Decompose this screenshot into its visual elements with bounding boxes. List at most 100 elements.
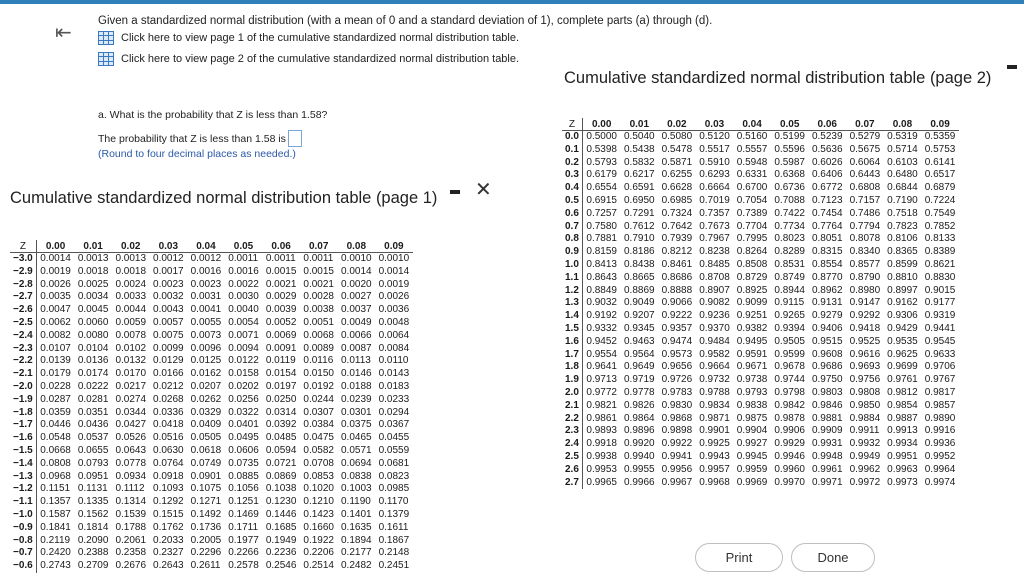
minimize-icon[interactable]: [1007, 65, 1017, 69]
probability-cell: 0.7823: [887, 220, 918, 232]
probability-cell: 0.0375: [341, 419, 372, 431]
probability-cell: 0.6772: [811, 182, 843, 194]
probability-cell: 0.2546: [265, 560, 297, 572]
probability-cell: 0.8340: [849, 246, 881, 258]
probability-cell: 0.6103: [887, 156, 918, 168]
done-button[interactable]: Done: [791, 543, 875, 572]
link-page1-label[interactable]: Click here to view page 1 of the cumulat…: [121, 32, 519, 44]
link-page2-label[interactable]: Click here to view page 2 of the cumulat…: [121, 53, 519, 65]
z-value-cell: 2.1: [562, 399, 583, 413]
z-value-cell: −1.7: [10, 419, 37, 433]
column-header: 0.08: [883, 118, 922, 131]
link-table-page2[interactable]: Click here to view page 2 of the cumulat…: [98, 52, 519, 66]
probability-cell: 0.8810: [887, 271, 918, 283]
probability-cell: 0.5714: [887, 143, 918, 155]
probability-cell: 0.9177: [924, 297, 956, 309]
probability-cell: 0.0885: [228, 470, 259, 482]
link-table-page1[interactable]: Click here to view page 1 of the cumulat…: [98, 31, 519, 45]
probability-cell: 0.0571: [341, 444, 372, 456]
z-value-cell: 0.3: [562, 169, 583, 183]
table-row: 2.5 0.9938 0.9940 0.9941 0.9943 0.9945 0.9946 0…: [562, 450, 959, 464]
probability-cell: 0.9875: [736, 412, 768, 424]
probability-cell: 0.1151: [40, 483, 71, 495]
probability-cell: 0.0314: [265, 406, 297, 418]
probability-cell: 0.9279: [811, 310, 843, 322]
probability-cell: 0.0268: [153, 393, 184, 405]
probability-cell: 0.0022: [228, 278, 259, 290]
z-value-cell: 2.7: [562, 476, 583, 490]
probability-cell: 0.9418: [849, 322, 881, 334]
z-value-cell: 0.8: [562, 233, 583, 247]
probability-cell: 0.9971: [811, 476, 843, 488]
probability-cell: 0.8186: [624, 246, 655, 258]
probability-cell: 0.6368: [774, 169, 805, 181]
probability-cell: 0.0066: [341, 329, 372, 341]
probability-cell: 0.8438: [624, 258, 655, 270]
column-header: 0.01: [620, 118, 659, 131]
probability-cell: 0.1515: [153, 508, 184, 520]
probability-cell: 0.1038: [265, 483, 297, 495]
probability-cell: 0.0132: [115, 355, 147, 367]
probability-cell: 0.8106: [887, 233, 918, 245]
probability-cell: 0.0475: [303, 432, 334, 444]
probability-cell: 0.9778: [624, 386, 655, 398]
probability-cell: 0.9953: [586, 463, 617, 475]
table-row: −0.6 0.2743 0.2709 0.2676 0.2643 0.2611 0.2578…: [10, 560, 413, 573]
probability-cell: 0.9726: [661, 374, 693, 386]
probability-cell: 0.0059: [115, 316, 147, 328]
probability-cell: 0.9956: [661, 463, 693, 475]
probability-cell: 0.6480: [887, 169, 918, 181]
probability-cell: 0.5987: [774, 156, 805, 168]
probability-cell: 0.0129: [153, 355, 184, 367]
column-header: 0.04: [733, 118, 771, 131]
probability-cell: 0.8212: [661, 246, 693, 258]
minimize-icon[interactable]: [450, 190, 460, 194]
close-icon[interactable]: ✕: [475, 177, 492, 202]
probability-cell: 0.9898: [661, 425, 693, 437]
probability-cell: 0.0764: [153, 457, 184, 469]
z-value-cell: −1.9: [10, 393, 37, 407]
probability-cell: 0.8238: [699, 246, 730, 258]
probability-cell: 0.0047: [40, 304, 71, 316]
probability-cell: 0.8508: [736, 258, 768, 270]
probability-cell: 0.2643: [153, 560, 184, 572]
table-page1-panel: Cumulative standardized normal distribut…: [0, 172, 500, 579]
probability-cell: 0.9961: [811, 463, 843, 475]
probability-cell: 0.0154: [265, 368, 297, 380]
probability-cell: 0.1711: [228, 521, 259, 533]
z-value-cell: 1.2: [562, 284, 583, 298]
probability-cell: 0.9904: [736, 425, 768, 437]
probability-cell: 0.8849: [586, 284, 617, 296]
probability-cell: 0.9719: [624, 374, 655, 386]
probability-cell: 0.0018: [115, 265, 147, 277]
probability-cell: 0.9554: [586, 348, 617, 360]
probability-cell: 0.1131: [77, 483, 108, 495]
probability-cell: 0.2676: [115, 560, 147, 572]
probability-cell: 0.9931: [811, 438, 843, 450]
probability-cell: 0.0174: [77, 368, 109, 380]
probability-cell: 0.1762: [153, 521, 184, 533]
table-row: 0.9 0.8159 0.8186 0.8212 0.8238 0.8264 0.8289 0…: [562, 246, 959, 259]
probability-cell: 0.0505: [190, 432, 222, 444]
collapse-sidebar-icon[interactable]: ⇤: [55, 20, 72, 45]
probability-cell: 0.1170: [378, 496, 409, 508]
probability-cell: 0.9066: [661, 297, 693, 309]
probability-cell: 0.0985: [378, 483, 410, 495]
answer-input[interactable]: [287, 130, 302, 147]
print-button[interactable]: Print: [695, 543, 783, 572]
probability-cell: 0.5948: [736, 156, 768, 168]
z-value-cell: 2.4: [562, 438, 583, 451]
z-value-cell: 2.3: [562, 425, 583, 439]
probability-cell: 0.8485: [699, 258, 730, 270]
probability-cell: 0.1894: [341, 534, 372, 546]
probability-cell: 0.0071: [228, 329, 259, 341]
probability-cell: 0.0427: [115, 419, 147, 431]
probability-cell: 0.9015: [924, 284, 956, 296]
z-value-cell: −2.3: [10, 342, 37, 356]
z-value-cell: 0.4: [562, 182, 583, 195]
probability-cell: 0.7673: [699, 220, 730, 232]
probability-cell: 0.0116: [303, 355, 334, 367]
probability-cell: 0.5000: [586, 131, 617, 142]
probability-cell: 0.0032: [153, 291, 184, 303]
table-row: 1.7 0.9554 0.9564 0.9573 0.9582 0.9591 0.9599 0…: [562, 348, 959, 362]
